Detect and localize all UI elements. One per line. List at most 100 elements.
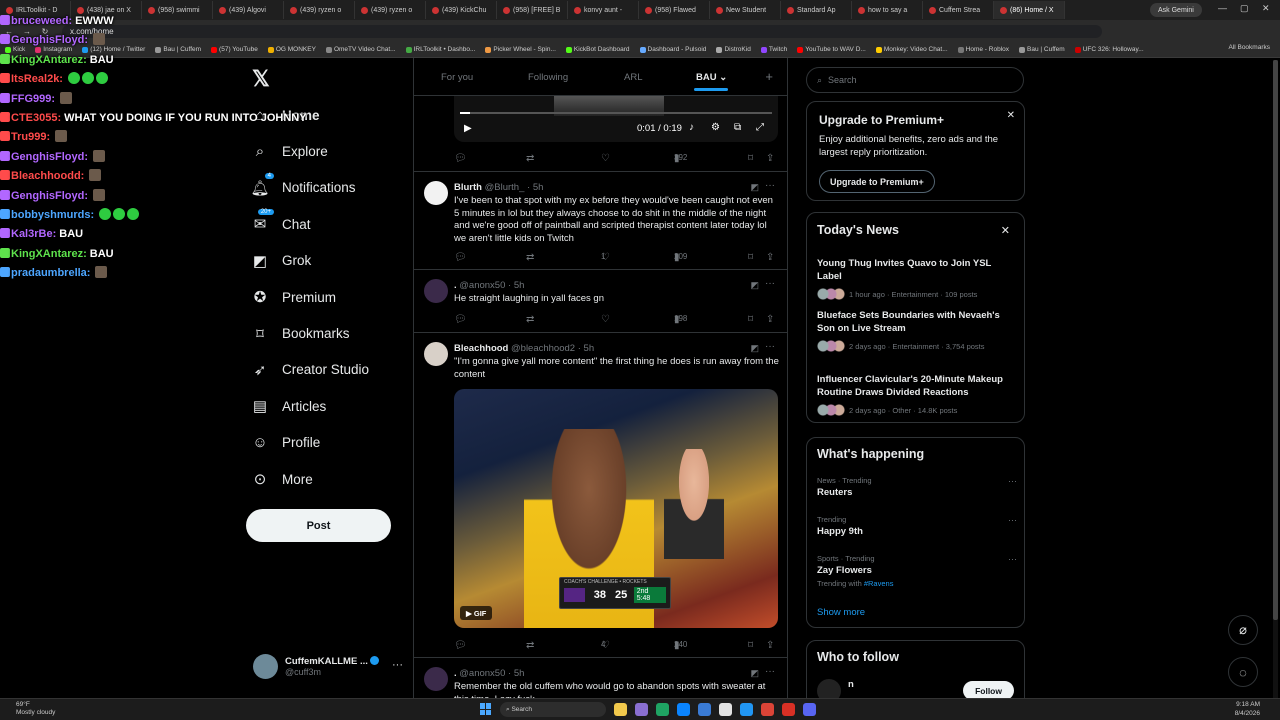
bookmark-item[interactable]: Dashboard - Pulsoid <box>635 46 712 53</box>
system-clock[interactable]: 9:18 AM 8/4/2026 <box>1235 701 1260 718</box>
bookmark-item[interactable]: KickBot Dashboard <box>561 46 635 53</box>
taskbar-app-icon[interactable] <box>740 703 753 716</box>
all-bookmarks-button[interactable]: All Bookmarks <box>1228 44 1270 51</box>
author-handle[interactable]: @anonx50 <box>459 668 505 679</box>
taskbar-app-icon[interactable] <box>698 703 711 716</box>
maximize-icon[interactable]: ▢ <box>1240 3 1249 14</box>
browser-tab[interactable]: (958) Flawed <box>639 1 710 19</box>
tweet-time[interactable]: 5h <box>514 668 525 679</box>
news-item[interactable]: Young Thug Invites Quavo to Join YSL Lab… <box>817 258 1017 300</box>
page-scrollbar[interactable] <box>1273 60 1278 700</box>
browser-tab[interactable]: Cuffem Strea <box>923 1 994 19</box>
close-icon[interactable]: ✕ <box>1007 110 1015 121</box>
search-input[interactable]: ⌕ Search <box>806 67 1024 93</box>
nav-item-articles[interactable]: ▤ Articles <box>250 388 369 424</box>
browser-tab[interactable]: (439) KickChu <box>426 1 497 19</box>
news-item[interactable]: Blueface Sets Boundaries with Nevaeh's S… <box>817 310 1017 352</box>
bookmark-item[interactable]: OmeTV Video Chat... <box>321 46 401 53</box>
upgrade-premium-button[interactable]: Upgrade to Premium+ <box>819 170 935 193</box>
taskbar-app-icon[interactable] <box>782 703 795 716</box>
file-explorer-icon[interactable] <box>614 703 627 716</box>
avatar[interactable] <box>424 181 448 205</box>
more-icon[interactable]: ··· <box>765 278 775 289</box>
trend-hashtag-link[interactable]: #Ravens <box>864 579 894 588</box>
grok-icon[interactable]: ◩ <box>750 182 759 193</box>
tab-for-you[interactable]: For you <box>441 72 473 83</box>
nav-item-profile[interactable]: ☺ Profile <box>250 425 369 461</box>
more-icon[interactable]: ··· <box>1008 515 1017 525</box>
nav-item-more[interactable]: ⊙ More <box>250 461 369 497</box>
settings-icon[interactable]: ⚙ <box>711 122 720 133</box>
grok-icon[interactable]: ◩ <box>750 668 759 679</box>
news-item[interactable]: Influencer Clavicular's 20-Minute Makeup… <box>817 374 1017 416</box>
ask-gemini-button[interactable]: Ask Gemini <box>1150 3 1202 17</box>
bookmark-item[interactable]: Bau | Cuffem <box>1014 46 1070 53</box>
bookmark-item[interactable]: Twitch <box>756 46 792 53</box>
discord-icon[interactable] <box>803 703 816 716</box>
edge-icon[interactable] <box>677 703 690 716</box>
tweet[interactable]: . @anonx50 · 5h ◩ ··· Remember the old c… <box>414 657 787 698</box>
fullscreen-icon[interactable]: ⤢ <box>756 122 764 133</box>
messages-fab-icon[interactable]: ◌ <box>1228 657 1258 687</box>
browser-tab[interactable]: konvy aunt - <box>568 1 639 19</box>
tweet-time[interactable]: 5h <box>514 280 525 291</box>
tweet-gif[interactable]: COACH'S CHALLENGE • ROCKETS 38 25 2nd 5:… <box>454 389 778 628</box>
avatar[interactable] <box>424 342 448 366</box>
show-more-link[interactable]: Show more <box>817 607 865 618</box>
tweet[interactable]: Blurth @Blurth_ · 5h ◩ ··· I've been to … <box>414 171 787 268</box>
nav-item-premium[interactable]: ✪ Premium <box>250 279 369 315</box>
browser-tab[interactable]: (439) ryzen o <box>355 1 426 19</box>
author-name[interactable]: Bleachhood <box>454 343 508 354</box>
browser-tab[interactable]: how to say a <box>852 1 923 19</box>
nav-item-creator-studio[interactable]: ➶ Creator Studio <box>250 352 369 388</box>
tweet[interactable]: Bleachhood @bleachhood2 · 5h ◩ ··· "I'm … <box>414 332 787 658</box>
tweet[interactable]: . @anonx50 · 5h ◩ ··· He straight laughi… <box>414 269 787 331</box>
author-name[interactable]: . <box>454 280 457 291</box>
taskbar-app-icon[interactable] <box>719 703 732 716</box>
tweet-time[interactable]: 5h <box>533 182 544 193</box>
avatar[interactable] <box>424 667 448 691</box>
tab-following[interactable]: Following <box>528 72 568 83</box>
close-window-icon[interactable]: ✕ <box>1262 3 1270 14</box>
taskbar-search[interactable]: ⌕ Search <box>500 702 606 717</box>
grok-icon[interactable]: ◩ <box>750 343 759 354</box>
pip-icon[interactable]: ⧉ <box>734 122 741 133</box>
more-icon[interactable]: ··· <box>392 659 403 671</box>
more-icon[interactable]: ··· <box>765 341 775 352</box>
bookmark-item[interactable]: Monkey: Video Chat... <box>871 46 953 53</box>
bookmark-item[interactable]: IRLToolkit • Dashbo... <box>401 46 481 53</box>
video-scrubber[interactable] <box>460 112 772 114</box>
weather-widget[interactable]: 69°F Mostly cloudy <box>16 701 55 717</box>
tweet-time[interactable]: 5h <box>584 343 595 354</box>
add-tab-icon[interactable]: + <box>765 69 773 84</box>
account-switcher[interactable]: CuffemKALLME ... @cuff3m ··· <box>253 654 413 679</box>
browser-tab[interactable]: New Student <box>710 1 781 19</box>
tab-arl[interactable]: ARL <box>624 72 642 83</box>
post-button[interactable]: Post <box>246 509 391 542</box>
author-handle[interactable]: @bleachhood2 <box>511 343 575 354</box>
more-icon[interactable]: ··· <box>1008 476 1017 486</box>
nav-item-bookmarks[interactable]: ⌑ Bookmarks <box>250 315 369 351</box>
browser-tab[interactable]: (958) [FREE] B <box>497 1 568 19</box>
taskbar-app-icon[interactable] <box>635 703 648 716</box>
author-name[interactable]: . <box>454 668 457 679</box>
avatar[interactable] <box>424 279 448 303</box>
more-icon[interactable]: ··· <box>765 666 775 677</box>
trend-item[interactable]: News · Trending Reuters ··· <box>817 476 1017 498</box>
author-handle[interactable]: @Blurth_ <box>485 182 525 193</box>
trend-item[interactable]: Trending Happy 9th ··· <box>817 515 1017 537</box>
author-name[interactable]: Blurth <box>454 182 482 193</box>
bookmark-item[interactable]: DistroKid <box>711 46 755 53</box>
bookmark-item[interactable]: YouTube to WAV D... <box>792 46 871 53</box>
grok-fab-icon[interactable]: ⌀ <box>1228 615 1258 645</box>
suggested-user-name[interactable]: n <box>848 679 854 690</box>
windows-start-icon[interactable] <box>480 703 492 715</box>
browser-tab[interactable]: Standard Ap <box>781 1 852 19</box>
bookmark-item[interactable]: Picker Wheel - Spin... <box>480 46 561 53</box>
more-icon[interactable]: ··· <box>1008 554 1017 564</box>
author-handle[interactable]: @anonx50 <box>459 280 505 291</box>
bookmark-item[interactable]: Home - Roblox <box>953 46 1014 53</box>
grok-icon[interactable]: ◩ <box>750 280 759 291</box>
close-icon[interactable]: ✕ <box>1001 224 1010 237</box>
mute-icon[interactable]: ♪ <box>689 122 694 133</box>
